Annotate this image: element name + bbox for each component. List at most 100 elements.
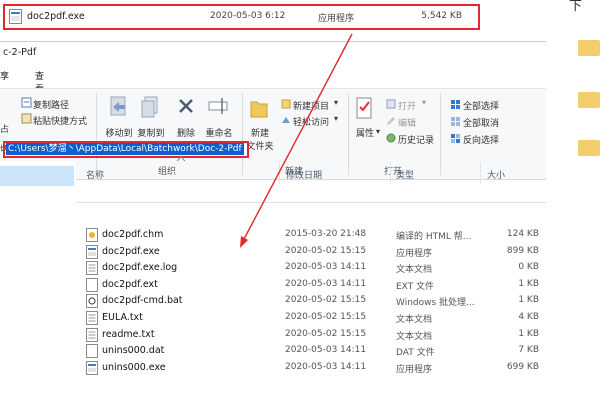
invert-selection-icon <box>451 134 460 143</box>
text-file-icon <box>86 261 98 276</box>
file-type: 文本文档 <box>396 265 433 276</box>
file-date: 2020-05-02 15:15 <box>285 328 367 339</box>
history-button[interactable]: 历史记录 <box>398 133 434 146</box>
file-type: 文本文档 <box>396 331 433 342</box>
select-none-icon <box>451 117 460 126</box>
file-row[interactable]: doc2pdf.exe 2020-05-02 15:15 应用程序 899 KB <box>82 244 546 260</box>
exe-file-icon <box>86 360 98 375</box>
open-button[interactable]: 打开 <box>398 99 416 112</box>
new-item-icon <box>281 99 291 109</box>
file-type: 文本文档 <box>396 315 433 325</box>
group-separator <box>440 93 441 175</box>
file-size: 1 KB <box>518 295 539 306</box>
properties-icon <box>356 97 372 119</box>
file-row[interactable]: readme.txt 2020-05-02 15:15 文本文档 1 KB <box>82 327 546 343</box>
copy-to-button[interactable]: 复制到 <box>133 126 169 139</box>
folder-icon <box>578 140 600 156</box>
column-divider[interactable] <box>480 162 481 184</box>
column-divider[interactable] <box>279 162 280 184</box>
address-bar[interactable] <box>0 180 546 203</box>
easy-access-icon <box>282 117 290 123</box>
select-none-button[interactable]: 全部取消 <box>463 116 499 129</box>
open-icon <box>386 99 396 109</box>
move-to-button[interactable]: 移动到 <box>101 126 137 139</box>
partial-text: 下 <box>569 0 583 14</box>
sort-arrow-icon <box>176 156 186 162</box>
file-row[interactable]: doc2pdf.chm 2015-03-20 21:48 编译的 HTML 帮...… <box>82 227 546 243</box>
copy-to-icon <box>141 96 158 118</box>
history-icon <box>386 133 396 143</box>
copy-path-button[interactable]: 复制路径 <box>33 98 69 111</box>
folder-icon <box>578 40 600 56</box>
blank-file-icon <box>86 277 98 292</box>
column-header-type[interactable]: 类型 <box>396 168 414 181</box>
file-type: Windows 批处理... <box>396 298 475 309</box>
file-type: 应用程序 <box>396 248 433 259</box>
file-size: 124 KB <box>506 229 539 239</box>
file-size: 899 KB <box>506 245 539 256</box>
file-name: doc2pdf.ext <box>102 278 158 290</box>
background-panel: 下 <box>545 0 600 409</box>
file-row[interactable]: unins000.exe 2020-05-03 14:11 应用程序 699 KB <box>82 360 546 376</box>
column-header-date[interactable]: 修改日期 <box>286 168 322 181</box>
file-type: 编译的 HTML 帮... <box>396 232 472 242</box>
file-name: readme.txt <box>102 328 155 340</box>
delete-icon <box>179 99 193 113</box>
address-path[interactable]: C:\Users\梦溜丶\AppData\Local\Batchwork\Doc… <box>6 143 244 155</box>
blank-file-icon <box>86 344 98 359</box>
group-separator <box>242 93 243 175</box>
edit-button[interactable]: 编辑 <box>398 116 416 129</box>
file-date: 2020-05-03 14:11 <box>285 345 367 356</box>
chevron-down-icon[interactable]: ▾ <box>334 114 338 123</box>
file-name: doc2pdf.exe.log <box>102 262 178 274</box>
file-name: doc2pdf.exe <box>102 245 160 257</box>
file-row[interactable]: EULA.txt 2020-05-02 15:15 文本文档 4 KB <box>82 310 546 326</box>
file-date: 2020-05-03 14:11 <box>285 262 367 273</box>
new-folder-icon <box>250 101 268 118</box>
file-row[interactable]: doc2pdf.ext 2020-05-03 14:11 EXT 文件 1 KB <box>82 277 546 293</box>
file-size: 1 KB <box>518 278 539 289</box>
new-folder-label-1[interactable]: 新建 <box>244 126 276 139</box>
properties-button[interactable]: 属性 <box>351 126 379 139</box>
file-row[interactable]: doc2pdf.exe.log 2020-05-03 14:11 文本文档 0 KB <box>82 260 546 276</box>
file-type: EXT 文件 <box>396 281 435 292</box>
group-separator <box>96 93 97 175</box>
folder-icon <box>578 92 600 108</box>
chevron-down-icon[interactable]: ▾ <box>334 98 338 107</box>
text-file-icon <box>86 327 98 342</box>
paste-shortcut-button[interactable]: 粘贴快捷方式 <box>33 114 87 127</box>
edit-icon <box>387 117 395 125</box>
bat-file-icon <box>86 294 98 309</box>
tab-share[interactable]: 享 <box>0 69 9 82</box>
delete-button[interactable]: 删除 <box>172 126 200 139</box>
column-header-size[interactable]: 大小 <box>487 168 505 181</box>
file-size: 7 KB <box>518 345 539 356</box>
file-date: 2020-05-02 15:15 <box>285 312 367 322</box>
paste-shortcut-icon <box>21 113 32 124</box>
file-name: EULA.txt <box>102 312 143 323</box>
invert-selection-button[interactable]: 反向选择 <box>463 133 499 146</box>
nav-selected-item[interactable] <box>0 166 74 186</box>
window-title: c-2-Pdf <box>3 47 37 58</box>
column-divider[interactable] <box>390 162 391 184</box>
group-separator <box>348 93 349 175</box>
select-all-icon <box>451 100 460 109</box>
file-name: unins000.dat <box>102 345 165 357</box>
column-header-name[interactable]: 名称 <box>86 168 104 181</box>
new-item-button[interactable]: 新建项目 <box>293 99 329 112</box>
file-size: 0 KB <box>518 262 539 273</box>
chevron-down-icon[interactable]: ▾ <box>422 98 426 107</box>
easy-access-button[interactable]: 轻松访问 <box>293 115 329 128</box>
select-all-button[interactable]: 全部选择 <box>463 99 499 112</box>
exe-file-icon <box>86 244 98 259</box>
partial-label: 占 <box>0 125 10 135</box>
text-file-icon <box>86 311 98 325</box>
navigation-pane[interactable] <box>0 161 76 409</box>
chevron-down-icon[interactable]: ▾ <box>376 127 380 136</box>
file-name: doc2pdf-cmd.bat <box>102 295 183 307</box>
file-row[interactable]: unins000.dat 2020-05-03 14:11 DAT 文件 7 KB <box>82 343 546 359</box>
file-row[interactable]: doc2pdf-cmd.bat 2020-05-02 15:15 Windows 批… <box>82 293 546 309</box>
file-name: doc2pdf.chm <box>102 229 164 240</box>
rename-icon <box>208 98 228 114</box>
rename-button[interactable]: 重命名 <box>202 126 236 139</box>
